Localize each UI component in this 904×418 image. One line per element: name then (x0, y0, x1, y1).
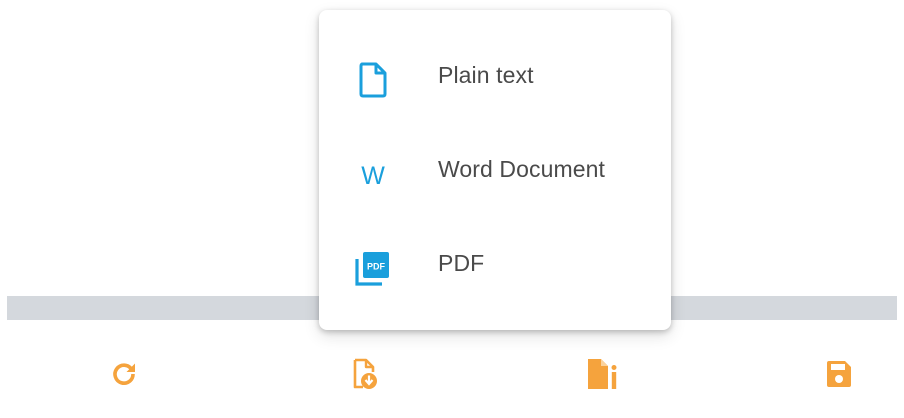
menu-item-label: Word Document (438, 156, 606, 182)
document-info-icon (587, 358, 619, 395)
pdf-icon-badge: PDF (367, 262, 386, 272)
word-icon: W (353, 154, 393, 194)
pdf-icon: PDF (353, 248, 393, 288)
refresh-button[interactable] (99, 352, 149, 400)
menu-item-label: Plain text (438, 62, 534, 88)
refresh-icon (111, 361, 137, 392)
download-document-button[interactable] (340, 352, 390, 400)
word-icon-glyph: W (361, 161, 385, 190)
document-download-icon (352, 358, 378, 395)
menu-item-pdf[interactable]: PDF PDF (319, 214, 671, 308)
export-format-menu: Plain text W Word Document PDF PDF (319, 10, 671, 330)
menu-item-plain-text[interactable]: Plain text (319, 26, 671, 120)
save-button[interactable] (814, 352, 864, 400)
document-info-button[interactable] (578, 352, 628, 400)
save-icon (826, 360, 852, 393)
menu-item-word-document[interactable]: W Word Document (319, 120, 671, 214)
menu-item-label: PDF (438, 250, 485, 276)
document-icon (353, 60, 393, 100)
